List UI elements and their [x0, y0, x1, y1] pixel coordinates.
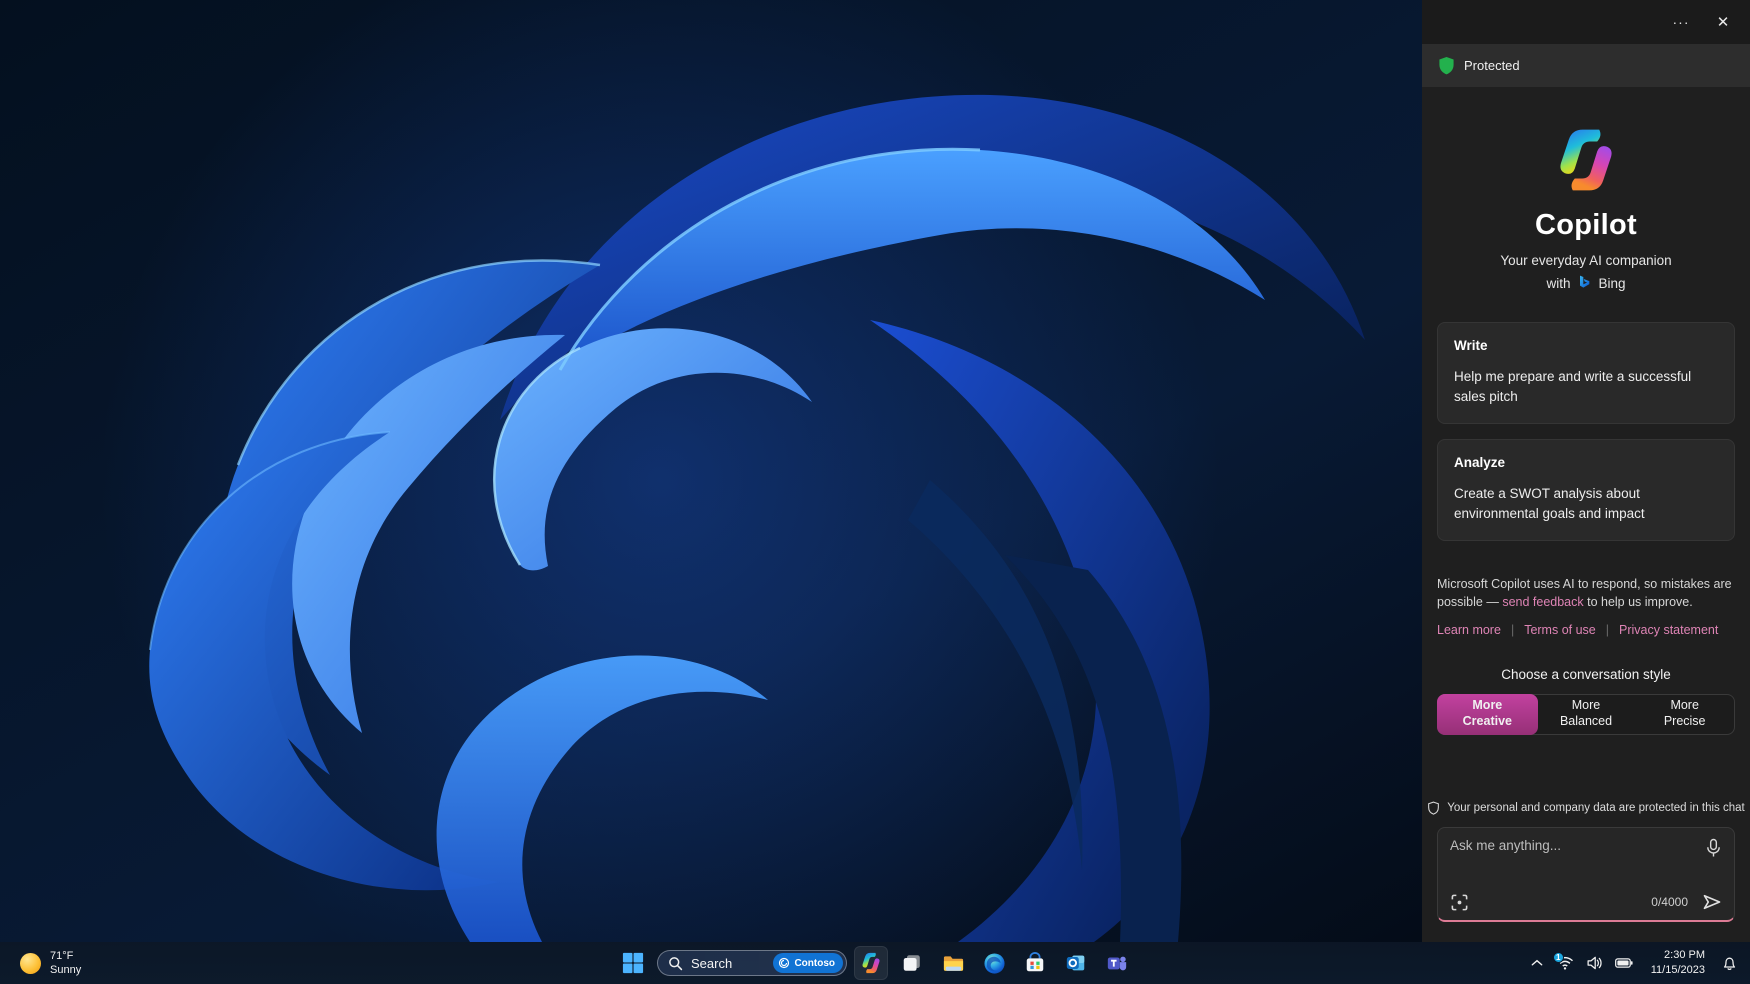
store-icon [1026, 952, 1044, 972]
shield-protected-icon [1439, 57, 1454, 75]
more-options-button[interactable]: ··· [1664, 7, 1698, 37]
search-icon [669, 956, 683, 970]
microphone-icon[interactable] [1705, 838, 1722, 858]
learn-more-link[interactable]: Learn more [1437, 623, 1501, 637]
taskbar: 71°F Sunny Search Contoso 1 2:30 PM 11/1… [0, 942, 1750, 984]
send-icon[interactable] [1702, 892, 1722, 912]
data-protection-text: Your personal and company data are prote… [1447, 802, 1745, 814]
style-more-precise[interactable]: More Precise [1635, 695, 1734, 734]
chevron-up-icon [1531, 959, 1543, 966]
start-button[interactable] [616, 946, 650, 980]
bing-icon [1580, 275, 1590, 288]
hidden-icons-button[interactable] [1526, 948, 1548, 978]
card-title: Analyze [1454, 455, 1506, 471]
teams-button[interactable] [1100, 946, 1134, 980]
style-more-balanced[interactable]: More Balanced [1537, 695, 1636, 734]
taskbar-copilot-icon[interactable] [854, 946, 888, 980]
card-body: Help me prepare and write a successful s… [1454, 369, 1692, 404]
date-label: 11/15/2023 [1650, 964, 1705, 976]
weather-widget[interactable]: 71°F Sunny [12, 942, 89, 984]
weather-condition: Sunny [50, 964, 82, 976]
style-more-creative[interactable]: More Creative [1437, 693, 1538, 735]
wifi-notification-badge: 1 [1552, 952, 1564, 963]
taskbar-center-apps: Search Contoso [616, 942, 1134, 984]
link-divider: | [1510, 622, 1515, 637]
protected-label: Protected [1464, 58, 1520, 73]
suggestion-card-write[interactable]: Write Help me prepare and write a succes… [1437, 322, 1735, 425]
outlook-icon [1066, 955, 1085, 971]
terms-of-use-link[interactable]: Terms of use [1524, 623, 1596, 637]
disclaimer-text-suffix: to help us improve. [1583, 595, 1693, 610]
style-line2: Balanced [1559, 714, 1613, 728]
battery-icon [1614, 958, 1633, 968]
privacy-statement-link[interactable]: Privacy statement [1619, 623, 1718, 637]
copilot-icon [862, 952, 880, 974]
send-feedback-link[interactable]: send feedback [1502, 595, 1583, 609]
task-view-button[interactable] [895, 946, 929, 980]
file-explorer-button[interactable] [936, 946, 970, 980]
copilot-subtitle: Your everyday AI companion [1500, 253, 1672, 268]
bell-icon [1723, 957, 1736, 970]
copilot-title: Copilot [1535, 209, 1637, 241]
card-title: Write [1454, 338, 1488, 353]
volume-button[interactable] [1582, 948, 1607, 978]
style-line1: More [1571, 698, 1601, 713]
desktop-screen: ··· ✕ Protected Copilot Your everyday AI… [0, 0, 1750, 984]
time-label: 2:30 PM [1664, 949, 1705, 962]
style-line2: Creative [1462, 714, 1512, 728]
conversation-style-selector: More Creative More Balanced More Precise [1437, 693, 1735, 735]
volume-icon [1587, 956, 1602, 970]
character-counter: 0/4000 [1651, 895, 1688, 909]
teams-icon [1107, 956, 1127, 971]
task-view-icon [903, 955, 920, 971]
outlook-button[interactable] [1059, 946, 1093, 980]
store-button[interactable] [1018, 946, 1052, 980]
card-body: Create a SWOT analysis about environment… [1454, 486, 1645, 521]
edge-button[interactable] [977, 946, 1011, 980]
sun-icon [20, 952, 41, 974]
notification-button[interactable] [1717, 948, 1742, 978]
conversation-style-heading: Choose a conversation style [1501, 666, 1671, 682]
chat-input-box[interactable]: 0/4000 [1437, 827, 1735, 922]
contoso-badge-label: Contoso [794, 957, 835, 969]
copilot-titlebar: ··· ✕ [1422, 0, 1750, 44]
wifi-button[interactable]: 1 [1552, 948, 1578, 978]
clock[interactable]: 2:30 PM 11/15/2023 [1641, 948, 1713, 978]
chat-input[interactable] [1450, 838, 1705, 878]
bing-label: Bing [1598, 275, 1626, 291]
protected-banner[interactable]: Protected [1422, 44, 1750, 87]
data-protection-note: Your personal and company data are prote… [1427, 801, 1745, 815]
ai-disclaimer: Microsoft Copilot uses AI to respond, so… [1437, 575, 1735, 611]
search-label: Search [691, 955, 733, 971]
style-line1: More [1472, 698, 1503, 713]
style-line1: More [1670, 698, 1699, 713]
legal-links: Learn more | Terms of use | Privacy stat… [1437, 623, 1735, 637]
contoso-logo-icon [779, 957, 790, 969]
copilot-logo [1560, 129, 1612, 191]
windows-icon [622, 952, 644, 974]
battery-button[interactable] [1611, 948, 1637, 978]
link-divider: | [1605, 622, 1609, 637]
contoso-badge[interactable]: Contoso [773, 953, 843, 973]
copilot-panel-body: Copilot Your everyday AI companion with … [1422, 87, 1750, 942]
copilot-sidebar: ··· ✕ Protected Copilot Your everyday AI… [1422, 0, 1750, 942]
suggestion-card-analyze[interactable]: Analyze Create a SWOT analysis about env… [1437, 439, 1735, 542]
screenshot-capture-icon[interactable] [1450, 893, 1469, 912]
with-bing-line: with Bing [1546, 275, 1625, 291]
edge-icon [983, 952, 1005, 974]
file-explorer-icon [943, 955, 963, 971]
search-box[interactable]: Search Contoso [657, 950, 847, 976]
close-button[interactable]: ✕ [1706, 7, 1740, 37]
shield-outline-icon [1428, 801, 1440, 815]
style-line2: Precise [1663, 714, 1706, 728]
system-tray: 1 2:30 PM 11/15/2023 [1526, 942, 1742, 984]
weather-temperature: 71°F [50, 949, 74, 962]
with-label: with [1546, 275, 1571, 291]
